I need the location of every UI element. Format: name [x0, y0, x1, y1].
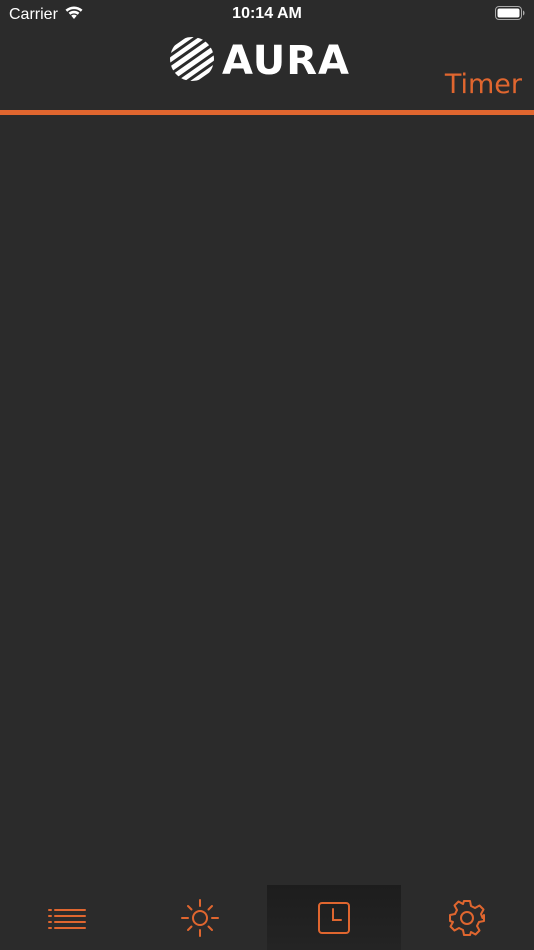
- timer-content-area: [0, 115, 534, 885]
- logo-sphere-icon: [168, 35, 216, 88]
- app-screen: Carrier 10:14 AM AURA Timer: [0, 0, 534, 950]
- battery-icon: [495, 6, 525, 25]
- logo-text: AURA: [222, 38, 350, 84]
- list-icon: [47, 907, 87, 929]
- clock-icon: [317, 901, 351, 935]
- aura-logo: AURA: [168, 36, 364, 86]
- tab-settings[interactable]: [401, 885, 534, 950]
- page-title: Timer: [444, 69, 522, 100]
- tab-list[interactable]: [0, 885, 134, 950]
- app-header: AURA Timer: [0, 28, 534, 110]
- gear-icon: [447, 898, 487, 938]
- status-time: 10:14 AM: [232, 5, 302, 22]
- tab-timer[interactable]: [267, 885, 401, 950]
- tab-bar: [0, 885, 534, 950]
- tab-light[interactable]: [134, 885, 268, 950]
- sun-icon: [180, 898, 220, 938]
- status-bar: Carrier 10:14 AM: [0, 0, 534, 28]
